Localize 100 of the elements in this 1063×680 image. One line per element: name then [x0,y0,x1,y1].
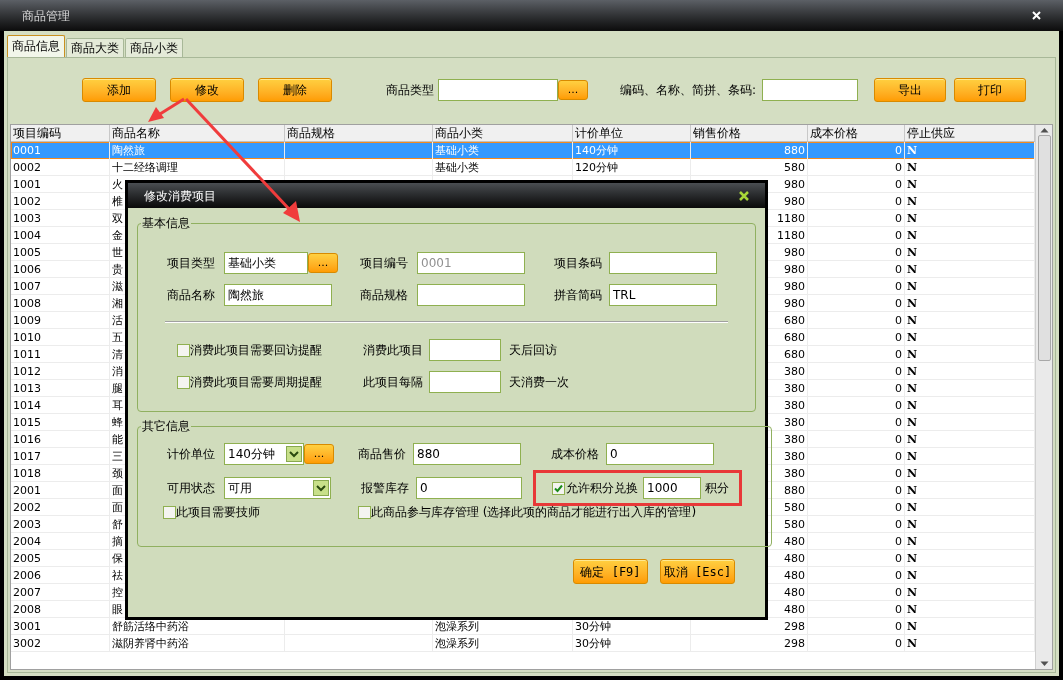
table-cell: 1011 [13,347,41,361]
table-row[interactable]: 3002 滋阴养肾中药浴 泡澡系列 30分钟 298 0 N [11,635,1035,652]
column-header[interactable]: 计价单位 [573,125,691,141]
browse-button[interactable]: ... [558,80,588,100]
scroll-down-icon[interactable] [1039,661,1049,667]
table-cell: 120分钟 [575,160,618,174]
table-cell: 2004 [13,534,41,548]
table-cell: N [907,483,918,497]
browse-button[interactable]: ... [304,444,334,464]
table-cell: 舒筋活络中药浴 [112,619,189,633]
table-cell: 1001 [13,177,41,191]
dialog-button[interactable]: 确定 [F9] [573,559,648,584]
table-cell: 0 [895,534,902,548]
field-label: 消费此项目 [362,342,423,359]
input-field[interactable]: 0 [416,477,522,499]
toolbar-button[interactable]: 打印 [954,78,1027,102]
input-field[interactable]: 基础小类 [224,252,308,274]
dropdown[interactable]: 140分钟 [224,443,304,465]
field-label: 编码、名称、简拼、条码: [620,82,757,99]
table-cell: N [907,585,918,599]
column-header[interactable]: 商品名称 [110,125,285,141]
table-cell: 880 [784,483,805,497]
table-cell: 耳 [112,398,123,412]
table-cell: 0 [895,364,902,378]
table-cell: 消 [112,364,123,378]
table-row[interactable]: 0002 十二经络调理 基础小类 120分钟 580 0 N [11,159,1035,176]
input-field[interactable]: 陶然旅 [224,284,332,306]
input-field[interactable] [417,284,525,306]
checkbox[interactable] [163,505,176,519]
column-header[interactable]: 项目编码 [11,125,110,141]
table-cell: 世 [112,245,123,259]
input-field[interactable] [429,339,501,361]
column-header[interactable]: 商品规格 [285,125,433,141]
table-cell: 2002 [13,500,41,514]
field-label: 可用状态 [167,480,216,497]
dropdown-value: 可用 [228,480,252,497]
table-cell: 面 [112,500,123,514]
table-cell: 0 [895,449,902,463]
table-cell: 1006 [13,262,41,276]
table-cell: N [907,262,918,276]
table-cell: N [907,534,918,548]
input-field[interactable]: 880 [413,443,521,465]
dropdown[interactable]: 可用 [224,477,331,499]
table-cell: 0 [895,415,902,429]
table-cell: 1180 [777,228,805,242]
search-field[interactable] [762,79,859,101]
table-cell: N [907,313,918,327]
scrollbar[interactable] [1035,125,1052,669]
column-header[interactable]: 销售价格 [691,125,808,141]
table-cell: 0 [895,144,902,157]
table-cell: N [907,347,918,361]
field-label: 允许积分兑换 [566,480,638,497]
table-cell: 380 [784,415,805,429]
table-cell: 298 [784,619,805,633]
dialog-button[interactable]: 取消 [Esc] [660,559,735,584]
table-cell: 1017 [13,449,41,463]
input-field[interactable] [429,371,501,393]
checkbox[interactable] [358,505,371,519]
dropdown-value: 140分钟 [228,446,275,463]
table-cell: 880 [784,144,805,157]
toolbar-button[interactable]: 导出 [874,78,947,102]
table-cell: 380 [784,398,805,412]
table-cell: 1180 [777,211,805,225]
tab[interactable]: 商品大类 [66,38,124,57]
input-field[interactable] [609,252,717,274]
input-field[interactable]: TRL [609,284,717,306]
table-cell: 1015 [13,415,41,429]
table-cell: 1004 [13,228,41,242]
table-cell: 0 [895,517,902,531]
toolbar-button[interactable]: 修改 [170,78,244,102]
toolbar-button[interactable]: 删除 [258,78,332,102]
table-cell: 腿 [112,381,123,395]
checkbox[interactable] [177,375,190,389]
table-cell: N [907,398,918,412]
table-cell: 380 [784,466,805,480]
table-cell: 1009 [13,313,41,327]
scroll-thumb[interactable] [1037,135,1051,361]
table-cell: 滋 [112,279,123,293]
table-cell: N [907,449,918,463]
input-field[interactable]: 1000 [643,477,701,499]
browse-button[interactable]: ... [308,253,338,273]
table-cell: 140分钟 [575,144,618,157]
tab[interactable]: 商品小类 [125,38,183,57]
column-header[interactable]: 成本价格 [808,125,905,141]
table-cell: 0002 [13,160,41,174]
checkmark-icon [554,483,563,493]
column-header[interactable]: 商品小类 [433,125,573,141]
field-label: 天消费一次 [509,374,569,391]
table-cell: 480 [784,568,805,582]
close-icon[interactable] [739,190,749,201]
type-field[interactable] [438,79,558,101]
scroll-up-icon[interactable] [1039,127,1049,133]
table-cell: 0 [895,568,902,582]
checkbox[interactable] [552,481,565,495]
tab[interactable]: 商品信息 [7,35,65,57]
table-cell: 380 [784,364,805,378]
table-cell: 0 [895,313,902,327]
toolbar-button[interactable]: 添加 [82,78,156,102]
checkbox[interactable] [177,343,190,357]
input-field[interactable]: 0 [606,443,714,465]
